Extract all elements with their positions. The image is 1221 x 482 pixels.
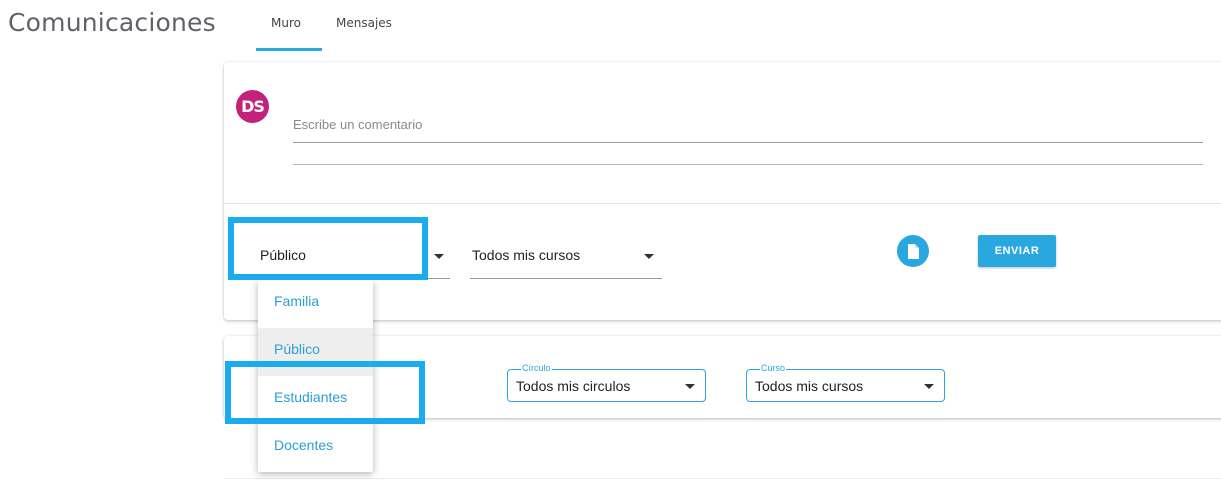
active-tab-underline [256,48,322,51]
chevron-down-icon [644,254,654,259]
curso-select[interactable]: Curso Todos mis cursos [746,363,945,402]
compose-card: DS Público Todos mis cursos ENVIAR [224,62,1221,320]
dropdown-item-familia[interactable]: Familia [258,280,373,328]
dropdown-item-label: Público [274,341,320,357]
page-title: Comunicaciones [8,8,216,37]
bottom-divider [224,478,1221,479]
chevron-down-icon [924,384,934,389]
circulo-select-value: Todos mis circulos [516,378,631,394]
file-icon [908,243,919,259]
circulo-select-label: Círculo [521,363,552,373]
comment-input[interactable] [293,106,1203,143]
filter-card: Círculo Todos mis circulos Curso Todos m… [224,336,1221,418]
dropdown-item-publico[interactable]: Público [258,328,373,376]
tab-mensajes[interactable]: Mensajes [336,16,392,30]
dropdown-item-label: Docentes [274,437,334,453]
courses-select-value: Todos mis cursos [472,247,581,263]
avatar[interactable]: DS [236,90,269,123]
dropdown-item-estudiantes[interactable]: Estudiantes [258,376,373,424]
curso-select-label: Curso [760,363,787,373]
visibility-dropdown-menu: Familia Público Estudiantes Docentes [258,280,373,472]
send-button[interactable]: ENVIAR [978,235,1056,267]
tab-muro[interactable]: Muro [271,16,301,30]
compose-divider [224,203,1221,204]
comment-underline [293,164,1203,165]
dropdown-item-label: Estudiantes [274,389,348,405]
courses-select[interactable]: Todos mis cursos [470,232,662,279]
dropdown-item-docentes[interactable]: Docentes [258,424,373,472]
visibility-select-value: Público [260,247,306,263]
circulo-select[interactable]: Círculo Todos mis circulos [507,363,706,402]
chevron-down-icon [434,254,444,259]
dropdown-item-label: Familia [274,293,320,309]
visibility-select[interactable]: Público [258,232,450,279]
curso-select-value: Todos mis cursos [755,378,864,394]
chevron-down-icon [685,384,695,389]
attach-file-button[interactable] [897,235,929,267]
